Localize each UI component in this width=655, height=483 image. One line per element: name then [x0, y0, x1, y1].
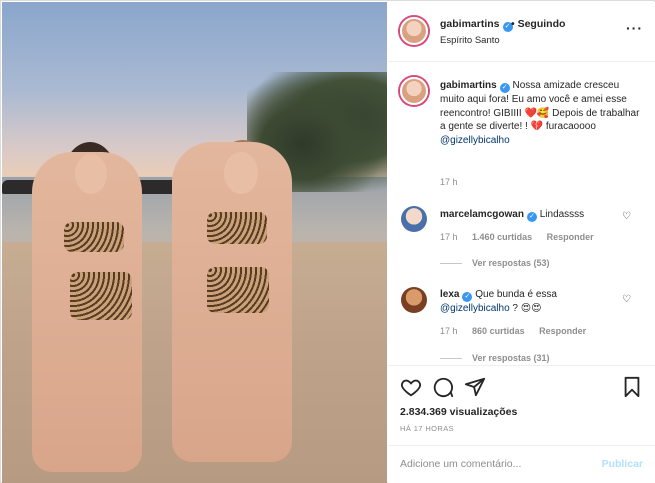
- comment-username[interactable]: marcelamcgowan: [440, 209, 524, 220]
- comment-likes[interactable]: 860 curtidas: [472, 326, 525, 336]
- comment-meta: 17 h 1.460 curtidas Responder: [440, 232, 606, 242]
- heart-icon[interactable]: [400, 376, 422, 398]
- verified-badge-icon: ✓: [526, 212, 537, 222]
- comment-input[interactable]: Adicione um comentário...: [400, 458, 521, 470]
- comment-mention[interactable]: @gizellybicalho: [440, 303, 510, 314]
- comment-avatar[interactable]: [401, 206, 427, 232]
- caption-text: gabimartins ✓ Nossa amizade cresceu muito…: [440, 79, 640, 147]
- post-dialog: gabimartins ✓ • Seguindo Espírito Santo ·…: [0, 0, 655, 483]
- views-count[interactable]: 2.834.369 visualizações: [400, 406, 517, 418]
- publish-button[interactable]: Publicar: [602, 458, 643, 470]
- post-video[interactable]: [2, 2, 387, 483]
- comment-composer: Adicione um comentário... Publicar: [388, 445, 655, 483]
- comment-avatar[interactable]: [401, 287, 427, 313]
- replies-divider: [440, 263, 462, 265]
- post-timestamp[interactable]: HÁ 17 HORAS: [400, 424, 454, 433]
- comment-username[interactable]: lexa: [440, 289, 459, 300]
- bikini-bottom-left: [70, 272, 132, 320]
- bikini-bottom-right: [207, 267, 269, 313]
- comment-text: lexa ✓ Que bunda é essa @gizellybicalho ?…: [440, 288, 640, 316]
- comment-body-end: ? 😍😍: [512, 303, 542, 314]
- comment-text: marcelamcgowan ✓ Lindassss: [440, 208, 640, 222]
- post-location[interactable]: Espírito Santo: [440, 35, 500, 46]
- author-username-text[interactable]: gabimartins: [440, 18, 500, 30]
- author-avatar[interactable]: [400, 17, 428, 45]
- comment-meta: 17 h 860 curtidas Responder: [440, 326, 598, 336]
- view-replies-label[interactable]: Ver respostas (53): [472, 258, 550, 268]
- post-side-panel: gabimartins ✓ • Seguindo Espírito Santo ·…: [388, 2, 655, 483]
- post-header: gabimartins ✓ • Seguindo Espírito Santo ·…: [388, 2, 655, 62]
- comment-time[interactable]: 17 h: [440, 232, 458, 242]
- reply-button[interactable]: Responder: [539, 326, 586, 336]
- verified-badge-icon: ✓: [462, 292, 473, 302]
- caption-meta: 17 h: [440, 177, 470, 187]
- comment-time[interactable]: 17 h: [440, 326, 458, 336]
- bikini-top-right: [207, 212, 267, 244]
- reply-button[interactable]: Responder: [547, 232, 594, 242]
- bikini-top-left: [64, 222, 124, 252]
- comment-body: Lindassss: [539, 209, 585, 220]
- comments-list[interactable]: gabimartins ✓ Nossa amizade cresceu muito…: [388, 62, 655, 365]
- share-icon[interactable]: [464, 376, 486, 398]
- person-right-face: [224, 152, 258, 194]
- comment-icon[interactable]: [432, 376, 454, 398]
- bookmark-icon[interactable]: [621, 376, 643, 398]
- view-replies-label[interactable]: Ver respostas (31): [472, 353, 550, 363]
- verified-badge-icon: ✓: [499, 83, 510, 93]
- caption-username[interactable]: gabimartins: [440, 80, 497, 91]
- post-actions: 2.834.369 visualizações HÁ 17 HORAS: [388, 365, 655, 445]
- follow-status[interactable]: • Seguindo: [511, 18, 565, 30]
- caption-author-avatar[interactable]: [400, 77, 428, 105]
- view-replies[interactable]: Ver respostas (53): [440, 258, 550, 268]
- comment-like-icon[interactable]: ♡: [622, 294, 631, 305]
- comment-like-icon[interactable]: ♡: [622, 211, 631, 222]
- comment-likes[interactable]: 1.460 curtidas: [472, 232, 532, 242]
- more-options-icon[interactable]: ···: [626, 21, 643, 35]
- author-username[interactable]: gabimartins ✓: [440, 18, 513, 32]
- comment-body: Que bunda é essa: [475, 289, 557, 300]
- person-left-face: [75, 154, 107, 194]
- replies-divider: [440, 358, 462, 360]
- view-replies[interactable]: Ver respostas (31): [440, 353, 550, 363]
- caption-mention[interactable]: @gizellybicalho: [440, 135, 510, 146]
- caption-time[interactable]: 17 h: [440, 177, 458, 187]
